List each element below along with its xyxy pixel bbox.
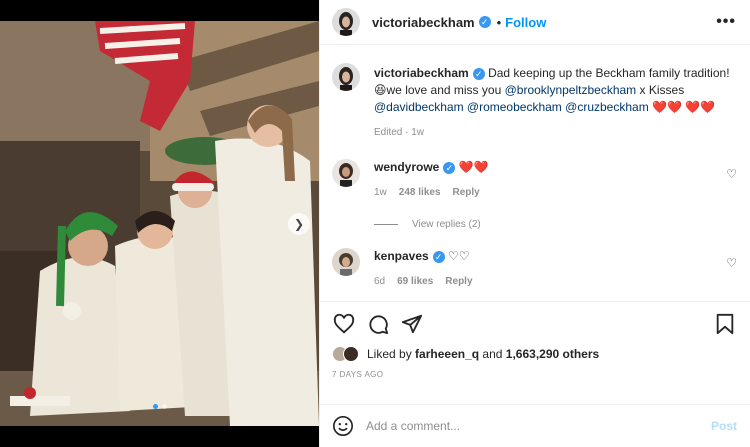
view-replies-label[interactable]: View replies (2): [412, 219, 481, 230]
comment-text: ♡♡: [448, 249, 470, 263]
comment-item: wendyrowe ✓ ❤️❤️ 1w 248 likes Reply ♡: [332, 159, 737, 201]
comment-like-icon[interactable]: ♡: [726, 256, 737, 270]
comment-likes[interactable]: 69 likes: [397, 273, 433, 290]
comment-time[interactable]: 6d: [374, 273, 385, 290]
emoji-icon[interactable]: [332, 415, 354, 437]
mention-link[interactable]: @romeobeckham: [467, 100, 562, 114]
mention-link[interactable]: @cruzbeckham: [565, 100, 649, 114]
add-comment-bar: Add a comment... Post: [320, 404, 750, 447]
bookmark-icon[interactable]: [713, 312, 737, 336]
chevron-right-icon: ❯: [293, 217, 305, 231]
comment-body: wendyrowe ✓ ❤️❤️ 1w 248 likes Reply: [374, 159, 737, 201]
actions-area: Liked by farheeen_q and 1,663,290 others…: [320, 301, 750, 379]
divider: [374, 224, 398, 225]
hearts: ❤️❤️: [652, 100, 682, 114]
avatar[interactable]: [332, 8, 360, 36]
comment-body: kenpaves ✓ ♡♡ 6d 69 likes Reply: [374, 248, 737, 290]
comment-text: ❤️❤️: [458, 160, 489, 174]
liked-by-prefix: Liked by: [367, 347, 412, 361]
liked-by-user[interactable]: farheeen_q: [415, 347, 479, 361]
verified-icon: ✓: [443, 161, 456, 174]
comment-input[interactable]: Add a comment...: [366, 419, 711, 433]
post-header: victoriabeckham ✓ • Follow •••: [320, 0, 750, 45]
comment-meta: 1w 248 likes Reply: [374, 184, 737, 201]
comment-icon[interactable]: [366, 312, 390, 336]
comment-username[interactable]: wendyrowe: [374, 160, 439, 174]
comments-list[interactable]: victoriabeckham ✓ Dad keeping up the Beck…: [320, 46, 750, 306]
mention-link[interactable]: @davidbeckham: [374, 100, 464, 114]
mention-link[interactable]: @brooklynpeltzbeckham: [505, 83, 637, 97]
post-photo[interactable]: [0, 21, 319, 426]
comment-likes[interactable]: 248 likes: [399, 184, 441, 201]
action-bar: [332, 302, 737, 346]
verified-icon: ✓: [432, 250, 445, 263]
comment-like-icon[interactable]: ♡: [726, 167, 737, 181]
heart-icon[interactable]: [332, 312, 356, 336]
caption-username[interactable]: victoriabeckham: [374, 66, 469, 80]
reply-button[interactable]: Reply: [453, 184, 480, 201]
more-icon[interactable]: •••: [716, 13, 736, 31]
caption-body: victoriabeckham ✓ Dad keeping up the Beck…: [374, 65, 737, 141]
post-date[interactable]: 7 DAYS AGO: [332, 370, 737, 379]
header-username[interactable]: victoriabeckham: [372, 15, 475, 30]
avatar[interactable]: [332, 159, 360, 187]
avatar[interactable]: [332, 248, 360, 276]
post-media: ❯: [0, 0, 319, 447]
edited-time: Edited · 1w: [374, 127, 425, 138]
caption: victoriabeckham ✓ Dad keeping up the Beck…: [332, 63, 737, 141]
carousel-dot: [152, 404, 158, 409]
comment-meta: 6d 69 likes Reply: [374, 273, 737, 290]
caption-text: x Kisses: [639, 83, 685, 97]
view-replies-button[interactable]: View replies (2): [374, 219, 737, 230]
post-button[interactable]: Post: [711, 419, 737, 433]
comment-username[interactable]: kenpaves: [374, 249, 429, 263]
verified-icon: ✓: [472, 67, 485, 80]
carousel-dot: [161, 404, 167, 409]
carousel-next-button[interactable]: ❯: [288, 213, 310, 235]
liker-avatars: [332, 346, 359, 362]
comment-time[interactable]: 1w: [374, 184, 387, 201]
header-separator: •: [496, 14, 502, 30]
hearts: ❤️❤️: [685, 100, 716, 114]
liked-by-and: and: [482, 347, 503, 361]
caption-text: we love and miss you: [386, 83, 502, 97]
verified-icon: ✓: [478, 16, 491, 28]
caption-meta: Edited · 1w: [374, 124, 737, 141]
avatar[interactable]: [332, 63, 360, 91]
avatar: [343, 346, 359, 362]
comment-item: kenpaves ✓ ♡♡ 6d 69 likes Reply ♡: [332, 248, 737, 290]
emoji: 😆: [374, 83, 387, 97]
liked-by[interactable]: Liked by farheeen_q and 1,663,290 others: [332, 346, 737, 362]
carousel-dots: [0, 404, 319, 409]
caption-text: Dad keeping up the Beckham family tradit…: [488, 66, 730, 80]
share-icon[interactable]: [400, 312, 424, 336]
follow-button[interactable]: Follow: [505, 15, 546, 30]
reply-button[interactable]: Reply: [445, 273, 472, 290]
likes-count[interactable]: 1,663,290 others: [506, 347, 599, 361]
post-details: victoriabeckham ✓ • Follow ••• victoriab…: [319, 0, 750, 447]
